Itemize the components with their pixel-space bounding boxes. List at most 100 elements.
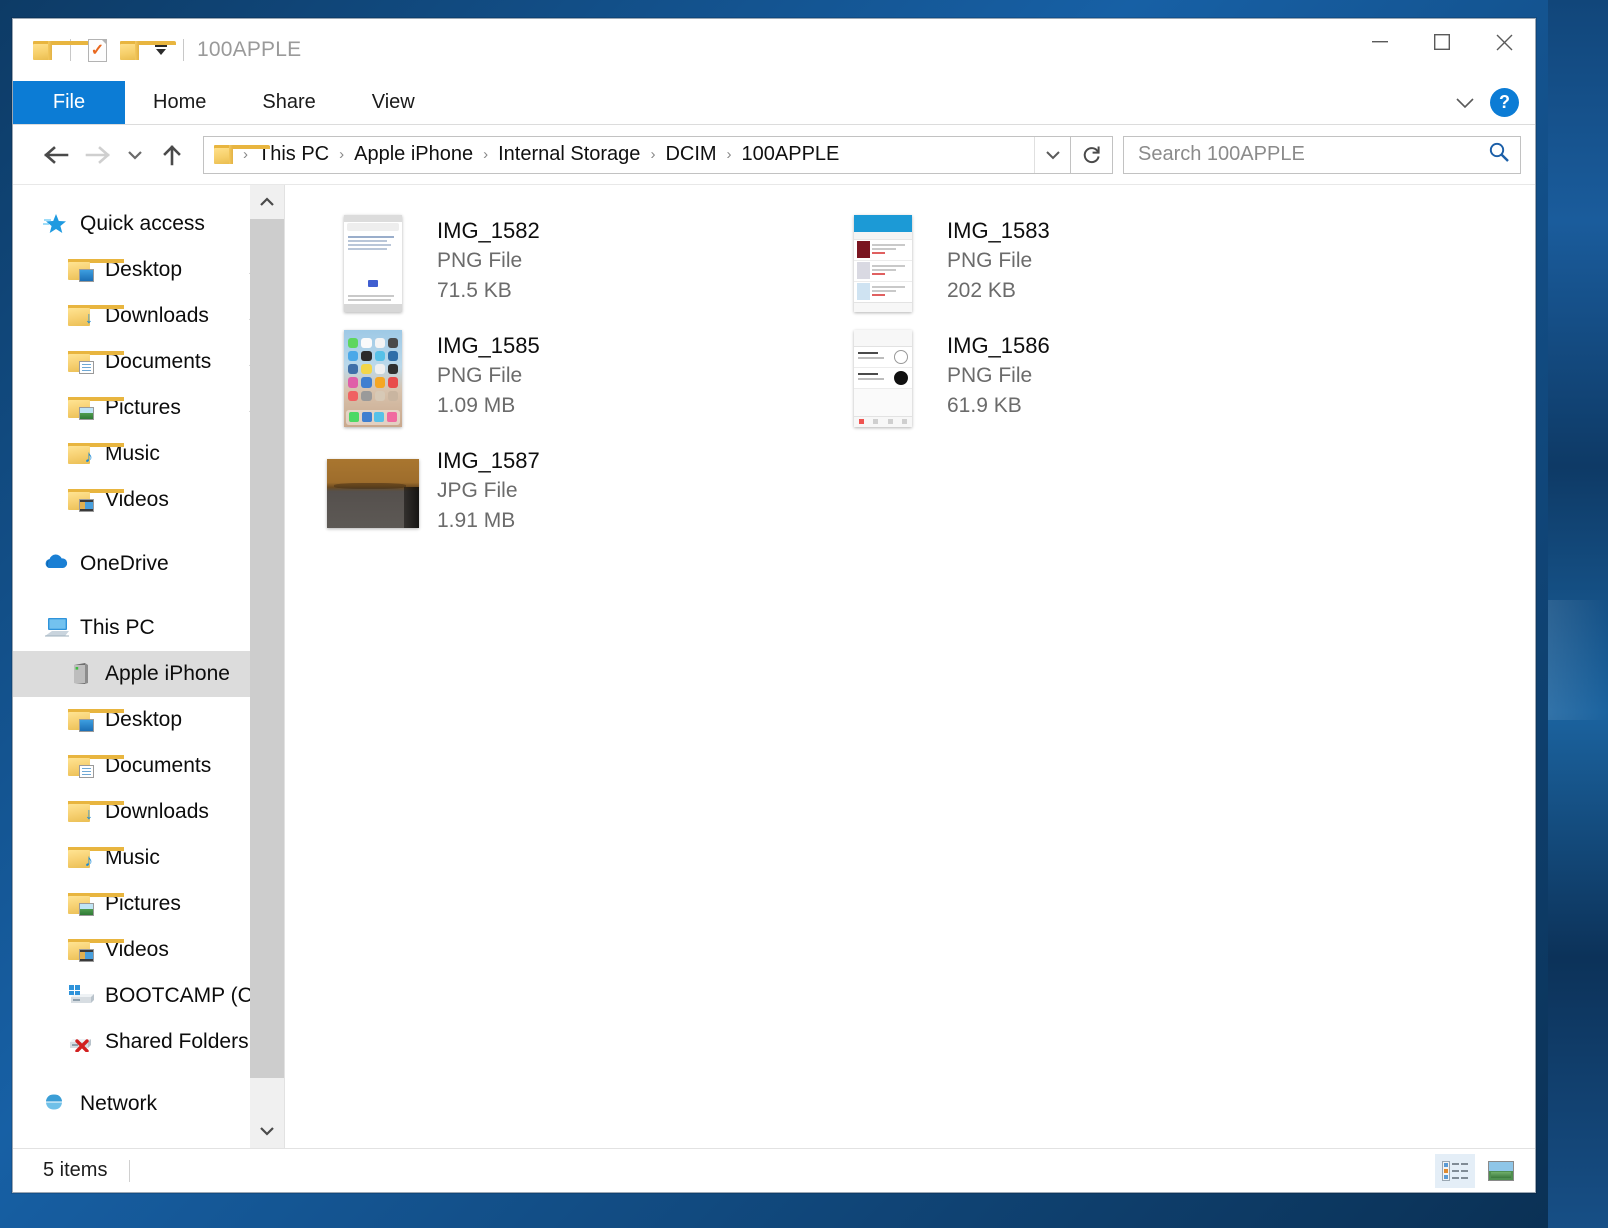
- search-input[interactable]: [1138, 143, 1488, 166]
- sidebar-item-label: Shared Folders (\: [105, 1030, 267, 1054]
- properties-icon[interactable]: ✓: [80, 33, 114, 67]
- sidebar-item-pc-documents[interactable]: Documents: [13, 743, 284, 789]
- breadcrumb[interactable]: › This PC › Apple iPhone › Internal Stor…: [203, 136, 1071, 174]
- folder-icon: [214, 145, 236, 164]
- sidebar-scroll-track[interactable]: [250, 219, 284, 1114]
- file-name: IMG_1583: [947, 215, 1050, 246]
- breadcrumb-item-100apple[interactable]: 100APPLE: [735, 140, 847, 169]
- forward-button[interactable]: [77, 134, 119, 176]
- chevron-down-icon[interactable]: [250, 1114, 284, 1148]
- sidebar-item-desktop[interactable]: Desktop: [13, 247, 284, 293]
- refresh-button[interactable]: [1071, 136, 1113, 174]
- sidebar-item-label: Quick access: [80, 212, 205, 236]
- sidebar-item-bootcamp-drive[interactable]: BOOTCAMP (C:): [13, 973, 284, 1019]
- sidebar-item-pc-downloads[interactable]: ↓ Downloads: [13, 789, 284, 835]
- close-button[interactable]: [1473, 19, 1535, 65]
- tab-share[interactable]: Share: [234, 81, 343, 124]
- thumbnail-wrapper: [327, 213, 419, 313]
- file-name: IMG_1587: [437, 445, 540, 476]
- file-explorer-window: ✓ 100APPLE: [12, 18, 1536, 1193]
- folder-documents-icon: [68, 754, 94, 778]
- help-button[interactable]: ?: [1490, 88, 1519, 117]
- file-type: JPG File: [437, 476, 540, 506]
- large-icons-view-button[interactable]: [1481, 1154, 1521, 1188]
- folder-icon[interactable]: [27, 33, 61, 67]
- folder-desktop-icon: [68, 258, 94, 282]
- file-tile[interactable]: IMG_1587 JPG File 1.91 MB: [321, 437, 791, 552]
- file-size: 202 KB: [947, 276, 1050, 306]
- details-view-button[interactable]: [1435, 1154, 1475, 1188]
- file-tile[interactable]: IMG_1583 PNG File 202 KB: [831, 207, 1301, 322]
- safari-screenshot-thumbnail: [344, 215, 402, 312]
- window-title: 100APPLE: [197, 38, 301, 62]
- breadcrumb-separator[interactable]: ›: [480, 146, 491, 163]
- up-button[interactable]: [151, 134, 193, 176]
- folder-music-icon: ♪: [68, 846, 94, 870]
- breadcrumb-separator[interactable]: ›: [647, 146, 658, 163]
- breadcrumb-item-dcim[interactable]: DCIM: [658, 140, 723, 169]
- minimize-button[interactable]: [1349, 19, 1411, 65]
- breadcrumb-item-internal-storage[interactable]: Internal Storage: [491, 140, 647, 169]
- sidebar-item-this-pc[interactable]: This PC: [13, 605, 284, 651]
- windows-drive-icon: [68, 984, 94, 1008]
- breadcrumb-item-apple-iphone[interactable]: Apple iPhone: [347, 140, 480, 169]
- window-controls: [1349, 19, 1535, 65]
- search-box[interactable]: [1123, 136, 1521, 174]
- search-icon[interactable]: [1488, 141, 1510, 168]
- tab-view[interactable]: View: [344, 81, 443, 124]
- chevron-down-icon[interactable]: [1446, 85, 1484, 121]
- onedrive-cloud-icon: [43, 552, 69, 576]
- chevron-down-icon[interactable]: [1034, 137, 1070, 173]
- sidebar-item-pc-pictures[interactable]: Pictures: [13, 881, 284, 927]
- chevron-up-icon[interactable]: [250, 185, 284, 219]
- back-button[interactable]: [35, 134, 77, 176]
- sidebar-item-pictures[interactable]: Pictures: [13, 385, 284, 431]
- file-metadata: IMG_1585 PNG File 1.09 MB: [437, 328, 540, 421]
- file-tile[interactable]: IMG_1585 PNG File 1.09 MB: [321, 322, 791, 437]
- maximize-button[interactable]: [1411, 19, 1473, 65]
- item-count-label: 5 items: [43, 1159, 107, 1182]
- breadcrumb-separator[interactable]: ›: [724, 146, 735, 163]
- sidebar-item-videos[interactable]: Videos: [13, 477, 284, 523]
- sidebar-item-pc-desktop[interactable]: Desktop: [13, 697, 284, 743]
- customize-caret-icon[interactable]: [148, 35, 174, 65]
- network-drive-disconnected-icon: [68, 1030, 94, 1054]
- sidebar-item-label: OneDrive: [80, 552, 169, 576]
- file-tile[interactable]: IMG_1586 PNG File 61.9 KB: [831, 322, 1301, 437]
- status-bar: 5 items: [13, 1148, 1535, 1192]
- breadcrumb-separator[interactable]: ›: [336, 146, 347, 163]
- tab-file[interactable]: File: [13, 81, 125, 124]
- folder-music-icon: ♪: [68, 442, 94, 466]
- folder-downloads-icon: ↓: [68, 800, 94, 824]
- file-tile[interactable]: IMG_1582 PNG File 71.5 KB: [321, 207, 791, 322]
- qat-divider-2: [183, 39, 184, 61]
- sidebar-scroll-thumb[interactable]: [250, 219, 284, 1078]
- sidebar-item-onedrive[interactable]: OneDrive: [13, 541, 284, 587]
- sidebar-item-apple-iphone[interactable]: Apple iPhone: [13, 651, 284, 697]
- folder-videos-icon: [68, 938, 94, 962]
- thumbnail-wrapper: [327, 443, 419, 543]
- sidebar-item-music[interactable]: ♪ Music: [13, 431, 284, 477]
- sidebar-item-quick-access[interactable]: Quick access: [13, 201, 284, 247]
- sidebar-item-shared-folders[interactable]: Shared Folders (\: [13, 1019, 284, 1065]
- sidebar-item-pc-videos[interactable]: Videos: [13, 927, 284, 973]
- tab-home[interactable]: Home: [125, 81, 234, 124]
- file-type: PNG File: [437, 361, 540, 391]
- sidebar-item-downloads[interactable]: ↓ Downloads: [13, 293, 284, 339]
- file-type: PNG File: [947, 246, 1050, 276]
- file-size: 1.09 MB: [437, 391, 540, 421]
- ribbon-right-controls: ?: [1446, 81, 1535, 124]
- sidebar-scrollbar[interactable]: [250, 185, 284, 1148]
- sidebar-item-documents[interactable]: Documents: [13, 339, 284, 385]
- portable-device-icon: [68, 662, 94, 686]
- quick-access-star-icon: [43, 212, 69, 236]
- shopping-list-screenshot-thumbnail: [854, 215, 912, 312]
- file-list-pane[interactable]: IMG_1582 PNG File 71.5 KB: [285, 185, 1535, 1148]
- thumbnail-wrapper: [327, 328, 419, 428]
- file-metadata: IMG_1586 PNG File 61.9 KB: [947, 328, 1050, 421]
- sidebar-item-network[interactable]: Network: [13, 1081, 284, 1127]
- recent-locations-button[interactable]: [119, 134, 151, 176]
- sidebar-item-pc-music[interactable]: ♪ Music: [13, 835, 284, 881]
- new-folder-icon[interactable]: [114, 33, 148, 67]
- file-name: IMG_1582: [437, 215, 540, 246]
